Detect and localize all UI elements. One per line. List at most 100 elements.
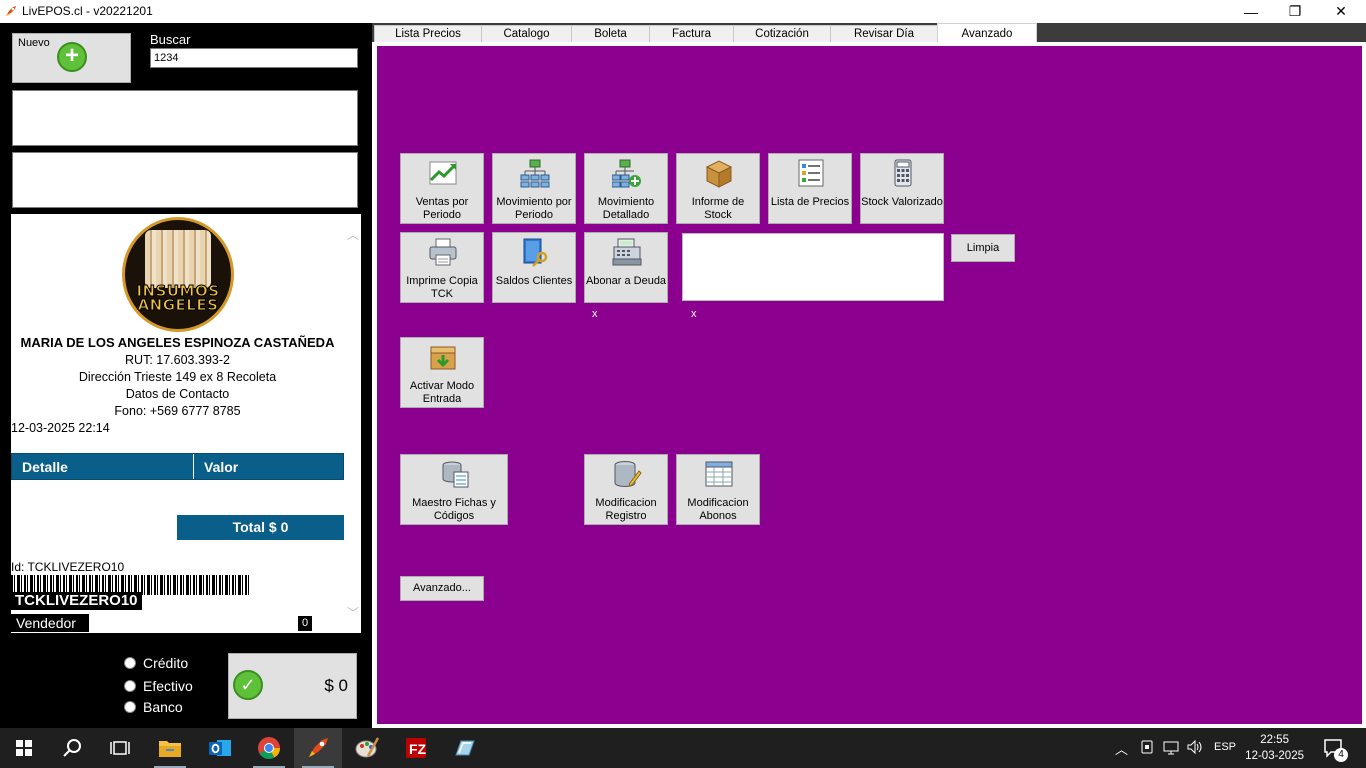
radio-button[interactable]: [124, 701, 136, 713]
checkmark-icon: ✓: [233, 670, 263, 700]
tab-factura[interactable]: Factura: [649, 25, 734, 43]
radio-banco[interactable]: Banco: [124, 699, 183, 715]
incense-sticks-image: [145, 230, 211, 288]
database-edit-icon: [612, 459, 642, 489]
store-logo: INSUMOS ANGELES: [122, 217, 234, 332]
org-chart-icon: [520, 158, 550, 188]
informe-de-stock-button[interactable]: Informe de Stock: [676, 153, 760, 224]
printer-icon: [428, 237, 458, 267]
radio-button[interactable]: [124, 657, 136, 669]
radio-credito-label: Crédito: [143, 655, 189, 671]
chrome-icon[interactable]: [245, 728, 293, 768]
tile-label: Movimiento Detallado: [597, 196, 655, 221]
device-icon[interactable]: [1140, 739, 1154, 758]
tab-avanzado[interactable]: Avanzado: [937, 23, 1037, 44]
nuevo-button[interactable]: Nuevo +: [12, 33, 131, 83]
tile-label: Informe de Stock: [691, 196, 745, 221]
radio-efectivo[interactable]: Efectivo: [124, 678, 193, 694]
database-records-icon: [440, 459, 470, 489]
saldos-clientes-button[interactable]: Saldos Clientes: [492, 232, 576, 303]
radio-button[interactable]: [124, 680, 136, 692]
customer-name: MARIA DE LOS ANGELES ESPINOZA CASTAÑEDA: [20, 335, 335, 350]
maestro-fichas-button[interactable]: Maestro Fichas y Códigos: [400, 454, 508, 525]
window-title: LivEPOS.cl - v20221201: [22, 4, 153, 18]
movimiento-por-periodo-button[interactable]: Movimiento por Periodo: [492, 153, 576, 224]
task-view-icon[interactable]: [96, 728, 144, 768]
tile-label: Maestro Fichas y Códigos: [412, 497, 496, 522]
chevron-up-icon[interactable]: ︿: [347, 226, 359, 243]
title-bar: LivEPOS.cl - v20221201 — ❐ ✕: [0, 0, 1366, 23]
tile-label: Lista de Precios: [770, 196, 850, 208]
network-icon[interactable]: [1162, 739, 1180, 758]
contact-heading: Datos de Contacto: [125, 387, 230, 401]
col-valor: Valor: [204, 459, 239, 475]
tile-label: Ventas por Periodo: [415, 196, 469, 221]
buscar-input[interactable]: [150, 48, 358, 68]
close-button[interactable]: ✕: [1318, 0, 1364, 23]
chevron-up-icon[interactable]: ︿: [1115, 739, 1128, 758]
ticket-scrollbar[interactable]: ︿ ﹀: [344, 214, 361, 633]
list-icon: [796, 158, 826, 188]
radio-banco-label: Banco: [143, 699, 183, 715]
clock[interactable]: 22:55 12-03-2025: [1245, 732, 1304, 764]
logo-text-2: ANGELES: [137, 296, 219, 315]
filezilla-icon[interactable]: FZ: [392, 728, 440, 768]
tile-label: Modificacion Registro: [595, 497, 657, 522]
search-icon[interactable]: [48, 728, 96, 768]
tab-strip: Lista Precios Catalogo Boleta Factura Co…: [372, 23, 1366, 44]
paint-icon[interactable]: [343, 728, 391, 768]
clock-date: 12-03-2025: [1245, 750, 1304, 762]
box-down-arrow-icon: [428, 342, 458, 372]
restore-button[interactable]: ❐: [1272, 0, 1318, 23]
pay-button[interactable]: ✓ $ 0: [228, 653, 357, 719]
product-field[interactable]: [12, 152, 358, 208]
tab-catalogo[interactable]: Catalogo: [481, 25, 572, 43]
volume-icon[interactable]: [1186, 739, 1204, 758]
modificacion-registro-button[interactable]: Modificacion Registro: [584, 454, 668, 525]
chart-up-icon: [428, 158, 458, 188]
calculator-icon: [888, 158, 918, 188]
livepos-rocket-icon[interactable]: [294, 728, 342, 768]
lista-de-precios-button[interactable]: Lista de Precios: [768, 153, 852, 224]
ventas-por-periodo-button[interactable]: Ventas por Periodo: [400, 153, 484, 224]
minimize-button[interactable]: —: [1228, 0, 1274, 23]
tab-boleta[interactable]: Boleta: [571, 25, 650, 43]
language-indicator[interactable]: ESP: [1214, 741, 1236, 753]
radio-credito[interactable]: Crédito: [124, 655, 188, 671]
customer-rut: RUT: 17.603.393-2: [125, 353, 230, 367]
tile-label: Stock Valorizado: [861, 196, 943, 208]
outlook-icon[interactable]: [196, 728, 244, 768]
ticket-preview[interactable]: INSUMOS ANGELES MARIA DE LOS ANGELES ESP…: [11, 214, 361, 633]
stock-valorizado-button[interactable]: Stock Valorizado: [860, 153, 944, 224]
avanzado-panel: [377, 46, 1362, 724]
tile-label: Modificacion Abonos: [687, 497, 749, 522]
org-chart-add-icon: [611, 158, 642, 188]
abonar-a-deuda-button[interactable]: Abonar a Deuda: [584, 232, 668, 303]
file-explorer-icon[interactable]: [146, 728, 194, 768]
chevron-down-icon[interactable]: ﹀: [347, 604, 359, 621]
activar-modo-entrada-button[interactable]: Activar Modo Entrada: [400, 337, 484, 408]
windows-start-icon[interactable]: [0, 728, 48, 768]
cash-register-icon: [612, 237, 642, 267]
radio-efectivo-label: Efectivo: [143, 678, 193, 694]
tab-cotizacion[interactable]: Cotización: [733, 25, 831, 43]
tab-lista-precios[interactable]: Lista Precios: [374, 25, 482, 43]
ticket-code: TCKLIVEZERO10: [11, 592, 142, 610]
tile-label: Movimiento por Periodo: [496, 196, 572, 221]
movimiento-detallado-button[interactable]: Movimiento Detallado: [584, 153, 668, 224]
pay-amount: $ 0: [324, 676, 348, 695]
customer-field[interactable]: [12, 90, 358, 146]
imprime-copia-tck-button[interactable]: Imprime Copia TCK: [400, 232, 484, 303]
tab-revisar-dia[interactable]: Revisar Día: [830, 25, 938, 43]
customer-address: Dirección Trieste 149 ex 8 Recoleta: [78, 370, 277, 384]
limpia-textbox[interactable]: [682, 233, 944, 301]
taskbar: FZ ︿ ESP 22:55 12-03-2025 4: [0, 728, 1366, 768]
spreadsheet-icon: [704, 459, 734, 489]
avanzado-button[interactable]: Avanzado...: [400, 576, 484, 601]
app-glass-icon[interactable]: [441, 728, 489, 768]
ticket-id: Id: TCKLIVEZERO10: [11, 560, 125, 574]
limpia-button[interactable]: Limpia: [951, 234, 1015, 262]
rocket-icon: [4, 4, 18, 18]
notification-count-badge: 4: [1334, 748, 1348, 762]
modificacion-abonos-button[interactable]: Modificacion Abonos: [676, 454, 760, 525]
